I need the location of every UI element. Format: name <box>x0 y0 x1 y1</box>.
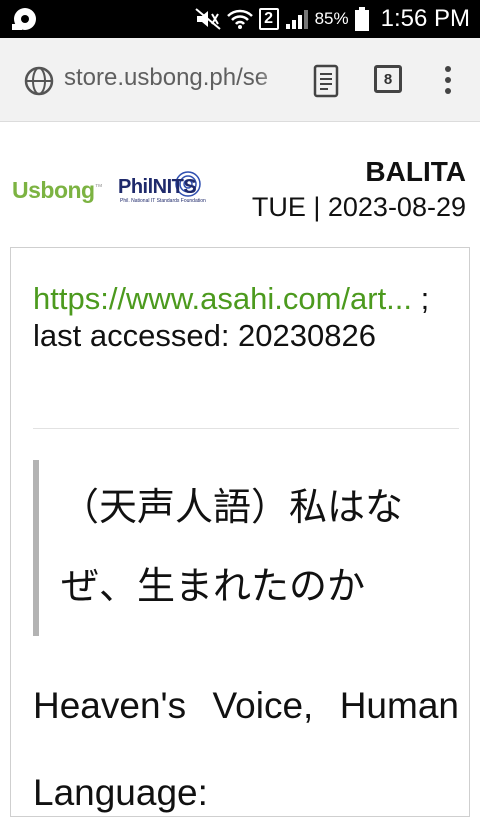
battery-percent: 85% <box>314 9 349 28</box>
source-line: https://www.asahi.com/art... ; last acce… <box>33 280 453 354</box>
date-line: TUE | 2023-08-29 <box>251 192 466 222</box>
wifi-icon <box>226 9 253 29</box>
section-title: BALITA <box>365 156 466 187</box>
mute-icon <box>194 8 221 30</box>
status-bar: 2 85% 1:56 PM <box>0 0 480 38</box>
browser-toolbar: store.usbong.ph/se 8 <box>0 38 480 122</box>
reader-mode-icon[interactable] <box>312 64 340 98</box>
usbong-logo[interactable]: Usbong™ <box>12 177 103 204</box>
clock: 1:56 PM <box>380 5 470 32</box>
source-link[interactable]: https://www.asahi.com/art... <box>33 281 412 316</box>
quote-title: （天声人語）私はなぜ、生まれたのか <box>61 485 404 608</box>
article-body: Heaven's Voice, Human Language: <box>33 685 459 813</box>
article-card: https://www.asahi.com/art... ; last acce… <box>10 247 470 817</box>
philnits-logo[interactable]: PhilNITS Phil. National IT Standards Fou… <box>118 170 210 214</box>
sim-slot-indicator: 2 <box>258 8 279 30</box>
blockquote: （天声人語）私はなぜ、生まれたのか <box>33 460 459 636</box>
divider <box>33 428 459 429</box>
overflow-menu-icon[interactable] <box>440 66 456 96</box>
notification-icon <box>12 8 36 30</box>
tab-switcher-button[interactable]: 8 <box>374 65 402 93</box>
url-fade <box>256 64 296 98</box>
signal-icon <box>285 10 308 29</box>
battery-icon <box>354 7 369 31</box>
globe-icon[interactable] <box>24 66 54 96</box>
